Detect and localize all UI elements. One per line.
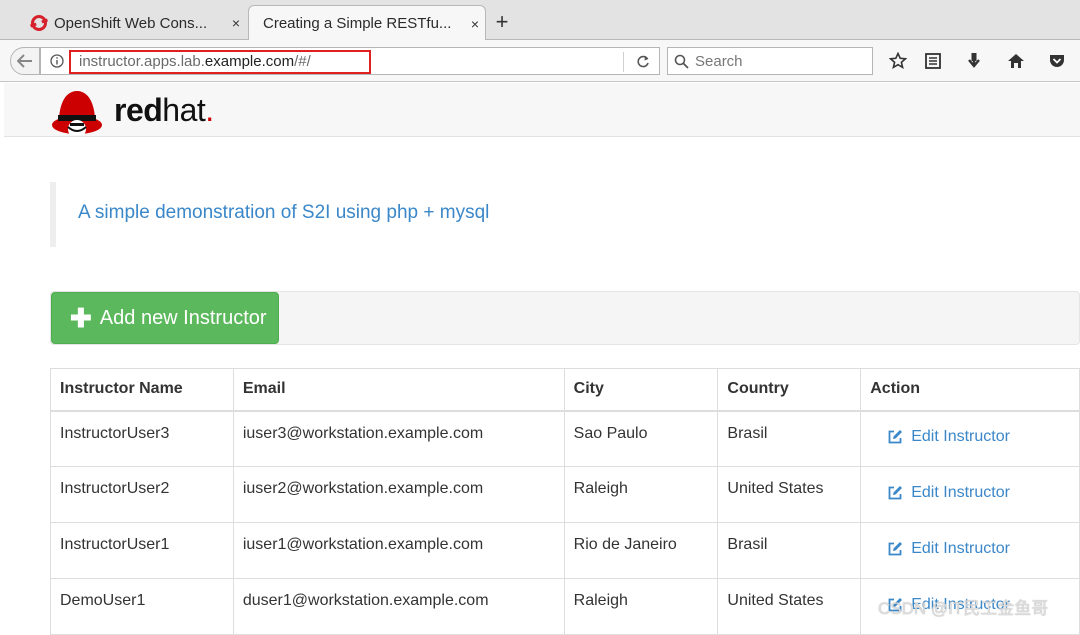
actions-well: ✚ Add new Instructor bbox=[50, 291, 1080, 345]
openshift-icon bbox=[30, 14, 48, 32]
column-header-name: Instructor Name bbox=[50, 368, 234, 412]
cell-name: InstructorUser1 bbox=[50, 522, 234, 579]
cell-email: iuser3@workstation.example.com bbox=[232, 410, 565, 467]
pocket-icon[interactable] bbox=[1044, 49, 1070, 73]
browser-toolbar: instructor.apps.lab.example.com/#/ Searc… bbox=[0, 40, 1080, 82]
cell-action: Edit Instructor bbox=[860, 522, 1080, 579]
url-divider bbox=[623, 52, 624, 72]
cell-email: duser1@workstation.example.com bbox=[232, 578, 565, 635]
reload-icon[interactable] bbox=[629, 50, 657, 74]
edit-instructor-link[interactable]: Edit Instructor bbox=[887, 484, 1010, 502]
watermark: CSDN @IT民工金鱼哥 bbox=[878, 599, 1049, 618]
cell-action: Edit Instructor bbox=[860, 466, 1080, 523]
edit-instructor-link[interactable]: Edit Instructor bbox=[887, 540, 1010, 558]
search-bar[interactable]: Search bbox=[667, 47, 873, 75]
intro-text: A simple demonstration of S2I using php … bbox=[78, 202, 490, 223]
column-header-country: Country bbox=[717, 368, 862, 412]
edit-icon bbox=[888, 429, 903, 444]
column-header-email: Email bbox=[232, 368, 565, 412]
search-placeholder: Search bbox=[695, 52, 743, 70]
close-icon[interactable]: × bbox=[226, 15, 246, 31]
cell-country: United States bbox=[717, 466, 862, 523]
back-button[interactable] bbox=[10, 47, 40, 75]
edit-instructor-link[interactable]: Edit Instructor bbox=[887, 428, 1010, 446]
browser-tab-bar: OpenShift Web Cons... × Creating a Simpl… bbox=[0, 0, 1080, 41]
tab-title: Creating a Simple RESTfu... bbox=[263, 15, 452, 32]
cell-name: DemoUser1 bbox=[50, 578, 234, 635]
bookmark-star-icon[interactable] bbox=[885, 49, 911, 73]
table-row: InstructorUser2 iuser2@workstation.examp… bbox=[50, 466, 1080, 523]
tab-openshift[interactable]: OpenShift Web Cons... × bbox=[18, 6, 246, 40]
edit-icon bbox=[888, 541, 903, 555]
download-icon[interactable] bbox=[961, 49, 987, 73]
table-row: InstructorUser3 iuser3@workstation.examp… bbox=[50, 410, 1080, 467]
table-row: InstructorUser1 iuser1@workstation.examp… bbox=[50, 522, 1080, 579]
logo-wordmark: redhat. bbox=[114, 91, 214, 128]
column-header-action: Action bbox=[860, 368, 1080, 412]
search-icon bbox=[674, 54, 689, 69]
cell-country: United States bbox=[717, 578, 862, 635]
page-header: redhat. bbox=[4, 83, 1080, 137]
table-header-row: Instructor Name Email City Country Actio… bbox=[50, 368, 1080, 412]
info-icon[interactable] bbox=[45, 54, 69, 68]
cell-city: Raleigh bbox=[563, 466, 719, 523]
plus-icon: ✚ bbox=[70, 303, 92, 333]
url-bar[interactable]: instructor.apps.lab.example.com/#/ bbox=[40, 47, 660, 75]
cell-name: InstructorUser2 bbox=[50, 466, 234, 523]
cell-name: InstructorUser3 bbox=[50, 410, 234, 467]
cell-email: iuser2@workstation.example.com bbox=[232, 466, 565, 523]
add-instructor-label: Add new Instructor bbox=[99, 306, 267, 329]
column-header-city: City bbox=[563, 368, 719, 412]
add-instructor-button[interactable]: ✚ Add new Instructor bbox=[51, 292, 279, 344]
cell-country: Brasil bbox=[717, 522, 862, 579]
edit-icon bbox=[888, 485, 903, 499]
cell-city: Raleigh bbox=[563, 578, 719, 635]
shadowman-icon bbox=[52, 91, 102, 135]
cell-city: Rio de Janeiro bbox=[563, 522, 719, 579]
back-arrow-icon bbox=[17, 54, 32, 68]
tab-restful[interactable]: Creating a Simple RESTfu... × bbox=[248, 5, 486, 41]
cell-country: Brasil bbox=[717, 410, 862, 467]
intro-blockquote: A simple demonstration of S2I using php … bbox=[50, 182, 1080, 247]
new-tab-button[interactable]: + bbox=[490, 8, 514, 36]
cell-city: Sao Paulo bbox=[563, 410, 719, 467]
edit-instructor-label: Edit Instructor bbox=[911, 539, 1010, 557]
edit-instructor-label: Edit Instructor bbox=[911, 483, 1010, 501]
redhat-logo[interactable]: redhat. bbox=[50, 85, 214, 135]
edit-instructor-label: Edit Instructor bbox=[911, 427, 1010, 445]
tab-title: OpenShift Web Cons... bbox=[54, 14, 208, 32]
home-icon[interactable] bbox=[1003, 49, 1029, 73]
cell-email: iuser1@workstation.example.com bbox=[232, 522, 565, 579]
cell-action: Edit Instructor bbox=[860, 410, 1080, 467]
reader-list-icon[interactable] bbox=[920, 49, 946, 73]
url-text[interactable]: instructor.apps.lab.example.com/#/ bbox=[79, 53, 311, 70]
close-icon[interactable]: × bbox=[465, 16, 485, 32]
